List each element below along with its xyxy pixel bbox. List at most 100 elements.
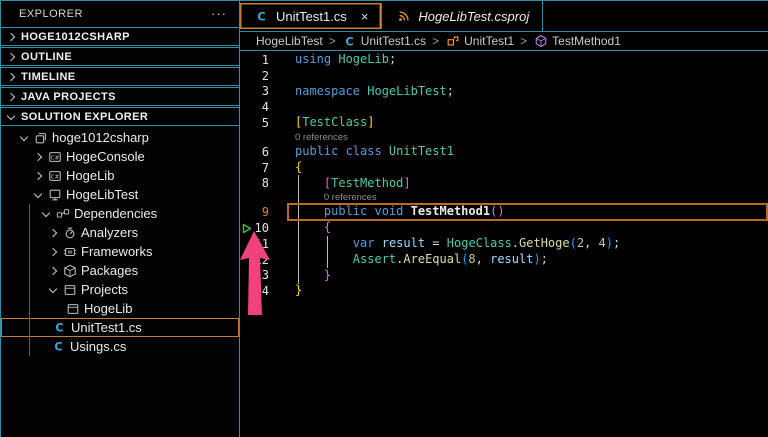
code-line-4[interactable]: 4 — [240, 99, 768, 115]
code-text: { — [295, 220, 331, 236]
sidebar-section-solution-explorer[interactable]: SOLUTION EXPLORER — [1, 107, 239, 126]
chevron-right-icon — [48, 266, 56, 274]
line-number: 9 — [254, 205, 269, 219]
breadcrumb-label: UnitTest1 — [464, 34, 514, 48]
breadcrumb-item-testmethod1[interactable]: TestMethod1 — [533, 34, 621, 48]
csharp-file-icon: C — [253, 9, 270, 24]
tree-item-label: HogeLibTest — [66, 187, 138, 202]
solution-explorer-tree: hoge1012csharpC#HogeConsoleC#HogeLibHoge… — [1, 126, 239, 437]
tab-bar: C UnitTest1.cs × HogeLibTest.csproj — [240, 1, 768, 31]
csharp-file-icon: C — [50, 339, 67, 354]
codelens-row: 0 references — [240, 131, 768, 144]
line-number: 1 — [254, 53, 269, 67]
chevron-right-icon — [7, 92, 15, 100]
csharp-file-icon: C — [342, 34, 357, 49]
tree-item-frameworks[interactable]: Frameworks — [1, 242, 239, 261]
code-line-5[interactable]: 5[TestClass] — [240, 115, 768, 131]
code-line-2[interactable]: 2 — [240, 68, 768, 84]
code-line-12[interactable]: 12 Assert.AreEqual(8, result); — [240, 252, 768, 268]
code-text: using HogeLib; — [295, 52, 396, 68]
chevron-right-icon — [48, 247, 56, 255]
tree-item-twistie[interactable] — [44, 268, 61, 274]
dependencies-icon — [54, 207, 71, 221]
tree-item-hoge1012csharp[interactable]: hoge1012csharp — [1, 128, 239, 147]
tab-label: UnitTest1.cs — [276, 9, 347, 24]
tree-item-twistie[interactable] — [29, 154, 46, 160]
sidebar-section-java-projects[interactable]: JAVA PROJECTS — [1, 87, 239, 106]
tree-item-twistie[interactable] — [44, 288, 61, 292]
codelens-row: 0 references — [240, 191, 768, 204]
code-line-6[interactable]: 6public class UnitTest1 — [240, 144, 768, 160]
line-number: 7 — [254, 161, 269, 175]
tree-item-dependencies[interactable]: Dependencies — [1, 204, 239, 223]
line-number: 3 — [254, 84, 269, 98]
run-test-icon[interactable] — [242, 223, 252, 234]
code-editor[interactable]: 1 using HogeLib; 23namespace HogeLibTest;4… — [240, 51, 768, 437]
tree-item-analyzers[interactable]: Analyzers — [1, 223, 239, 242]
tree-item-hogeconsole[interactable]: C#HogeConsole — [1, 147, 239, 166]
sidebar-section-timeline[interactable]: TIMELINE — [1, 67, 239, 86]
line-number: 14 — [254, 284, 269, 298]
breadcrumb-item-hogelibtest[interactable]: HogeLibTest — [256, 34, 323, 48]
tab-hogelibtest-csproj[interactable]: HogeLibTest.csproj — [382, 1, 543, 31]
tree-item-hogelib[interactable]: HogeLib — [1, 299, 239, 318]
tree-item-usings-cs[interactable]: CUsings.cs — [1, 337, 239, 356]
code-line-11[interactable]: 11 var result = HogeClass.GetHoge(2, 4); — [240, 236, 768, 252]
breadcrumb-label: UnitTest1.cs — [361, 34, 426, 48]
code-text: [TestClass] — [295, 115, 375, 131]
breadcrumb-label: HogeLibTest — [256, 34, 323, 48]
chevron-right-icon — [33, 152, 41, 160]
code-line-3[interactable]: 3namespace HogeLibTest; — [240, 84, 768, 100]
tab-unittest1-cs[interactable]: C UnitTest1.cs × — [240, 3, 382, 29]
glyph-margin[interactable] — [240, 223, 254, 234]
breadcrumb-item-unittest1-cs[interactable]: C UnitTest1.cs — [342, 34, 426, 49]
sidebar-section-hoge1012csharp[interactable]: HOGE1012CSHARP — [1, 27, 239, 46]
csharp-file-icon: C — [51, 320, 68, 335]
tree-item-packages[interactable]: Packages — [1, 261, 239, 280]
method-icon — [533, 34, 548, 48]
test-project-icon — [46, 188, 63, 202]
close-icon[interactable]: × — [361, 9, 369, 24]
code-line-8[interactable]: 8 [TestMethod] — [240, 176, 768, 192]
line-number: 6 — [254, 145, 269, 159]
tree-item-twistie[interactable] — [29, 173, 46, 179]
tree-item-label: Dependencies — [74, 206, 157, 221]
line-number: 2 — [254, 69, 269, 83]
code-line-1[interactable]: 1 using HogeLib; — [240, 52, 768, 68]
codelens-references[interactable]: 0 references — [324, 192, 377, 203]
chevron-down-icon — [48, 284, 56, 292]
frameworks-icon — [61, 245, 78, 259]
vscode-window: EXPLORER ··· HOGE1012CSHARPOUTLINETIMELI… — [0, 0, 768, 437]
code-line-7[interactable]: 7{ — [240, 160, 768, 176]
svg-text:C#: C# — [50, 155, 59, 161]
tree-item-twistie[interactable] — [44, 249, 61, 255]
explorer-title: EXPLORER — [19, 8, 83, 20]
svg-text:C: C — [54, 341, 62, 354]
sidebar-sections: HOGE1012CSHARPOUTLINETIMELINEJAVA PROJEC… — [1, 26, 239, 126]
tree-item-projects[interactable]: Projects — [1, 280, 239, 299]
tree-item-twistie[interactable] — [15, 136, 32, 140]
tree-item-label: Analyzers — [81, 225, 138, 240]
code-line-14[interactable]: 14} — [240, 283, 768, 299]
tree-item-unittest1-cs[interactable]: CUnitTest1.cs — [1, 318, 239, 337]
tree-item-twistie[interactable] — [29, 193, 46, 197]
tree-item-hogelib[interactable]: C#HogeLib — [1, 166, 239, 185]
code-text: [TestMethod] — [295, 176, 411, 192]
tree-item-hogelibtest[interactable]: HogeLibTest — [1, 185, 239, 204]
tree-item-twistie[interactable] — [44, 230, 61, 236]
codelens-references[interactable]: 0 references — [295, 132, 348, 143]
explorer-header: EXPLORER ··· — [1, 1, 239, 26]
code-line-9[interactable]: 9 public void TestMethod1() — [240, 204, 768, 220]
code-text: Assert.AreEqual(8, result); — [295, 252, 548, 268]
chevron-right-icon — [48, 228, 56, 236]
tree-item-twistie[interactable] — [37, 212, 54, 216]
code-line-10[interactable]: 10 { — [240, 220, 768, 236]
explorer-sidebar: EXPLORER ··· HOGE1012CSHARPOUTLINETIMELI… — [0, 1, 240, 437]
breadcrumb-item-unittest1[interactable]: UnitTest1 — [445, 34, 514, 48]
code-text: var result = HogeClass.GetHoge(2, 4); — [295, 236, 620, 252]
code-line-13[interactable]: 13 } — [240, 268, 768, 284]
tree-item-label: Projects — [81, 282, 128, 297]
sidebar-section-outline[interactable]: OUTLINE — [1, 47, 239, 66]
line-number: 4 — [254, 100, 269, 114]
more-actions-icon[interactable]: ··· — [211, 6, 227, 21]
